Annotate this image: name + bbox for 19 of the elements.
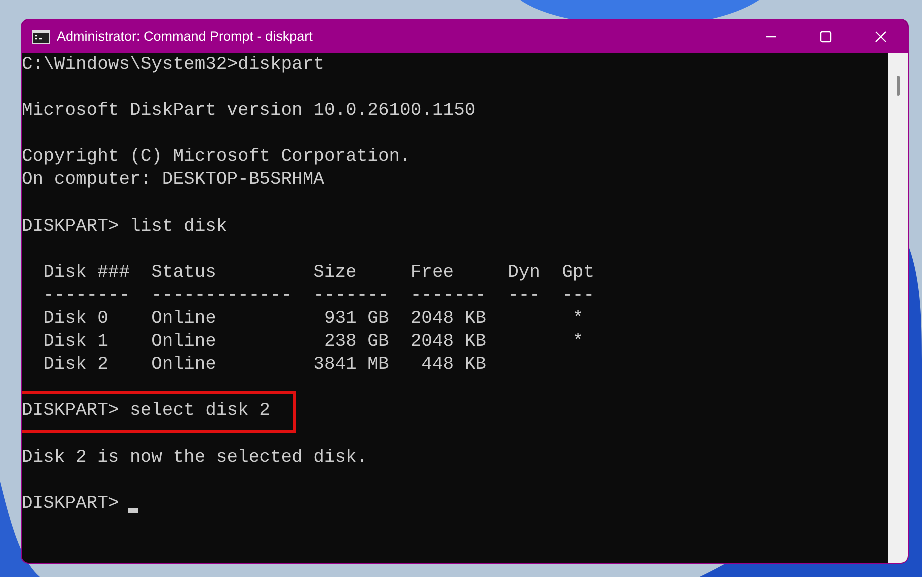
close-icon [874,30,886,42]
console-line: Disk 2 Online 3841 MB 448 KB [42,354,486,378]
console-line: C:\Windows\System32>diskpart [22,54,324,77]
console-line: Disk ### Status Size Free Dyn Gpt [42,262,594,285]
console-line: DISKPART> [22,492,120,516]
console-line: Copyright (C) Microsoft Corporation. [22,146,411,170]
console-line: Disk 0 Online 931 GB 2048 KB * [42,308,584,332]
console-line: Microsoft DiskPart version 10.0.26100.1150 [22,100,476,124]
scrollbar-thumb[interactable] [897,76,900,96]
console-line: DISKPART> select disk 2 [22,400,270,424]
console-line: On computer: DESKTOP-B5SRHMA [22,169,324,192]
console-line: DISKPART> list disk [22,216,228,239]
console-line: Disk 1 Online 238 GB 2048 KB * [42,331,584,354]
scrollbar[interactable] [888,53,908,563]
console-line: -------- ------------- ------- ------- --- --- [42,284,594,308]
window-title: Administrator: Command Prompt - diskpart [57,29,313,44]
terminal-icon [32,30,50,44]
maximize-icon [820,30,832,42]
console-line: Disk 2 is now the selected disk. [22,446,368,470]
